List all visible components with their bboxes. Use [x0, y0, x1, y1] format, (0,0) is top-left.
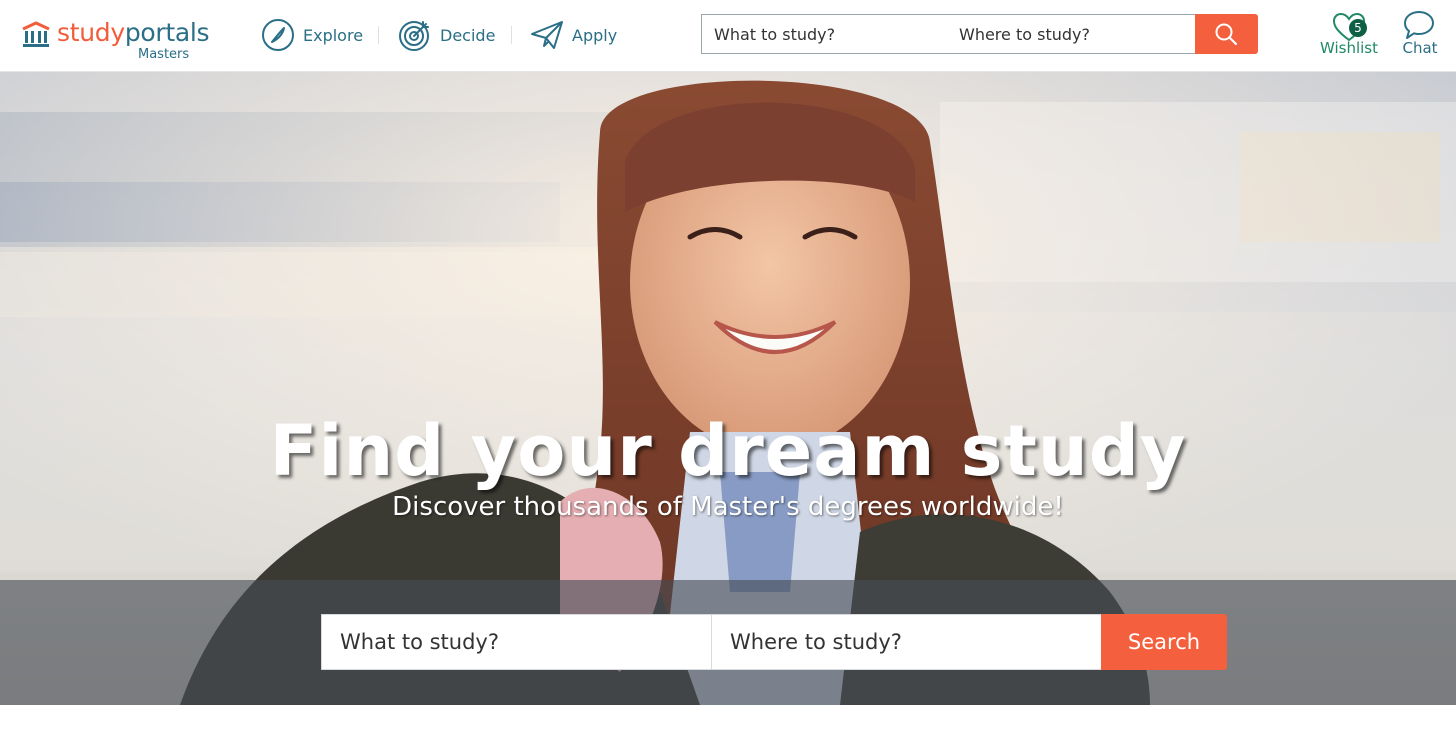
chat-label: Chat [1402, 39, 1438, 57]
paper-plane-icon [531, 21, 563, 49]
top-navigation-bar: studyportals Masters Explore Decide Appl… [0, 0, 1456, 72]
nav-explore-label: Explore [303, 26, 364, 45]
logo-word-study: study [57, 18, 125, 47]
wishlist-label: Wishlist [1319, 39, 1379, 57]
nav-divider [511, 26, 512, 44]
hero-section: Find your dream study Discover thousands… [0, 72, 1456, 705]
hero-search-button[interactable]: Search [1101, 614, 1227, 670]
header-search-bar [701, 14, 1258, 54]
header-what-to-study-input[interactable] [701, 14, 948, 54]
nav-apply-label: Apply [572, 26, 618, 45]
search-icon [1215, 23, 1237, 45]
hero-subtitle: Discover thousands of Master's degrees w… [392, 492, 1064, 522]
nav-decide-label: Decide [440, 26, 496, 45]
nav-divider [378, 26, 379, 44]
building-logo-icon [22, 21, 50, 47]
target-icon [399, 21, 429, 51]
nav-apply[interactable]: Apply [530, 18, 630, 54]
header-where-to-study-input[interactable] [947, 14, 1196, 54]
studyportals-logo[interactable]: studyportals Masters [22, 16, 222, 64]
logo-subtitle: Masters [138, 47, 190, 62]
nav-explore[interactable]: Explore [261, 18, 371, 54]
hero-title: Find your dream study [269, 410, 1187, 492]
nav-decide[interactable]: Decide [398, 18, 498, 54]
hero-what-to-study-input[interactable] [321, 614, 712, 670]
logo-word-portals: portals [124, 18, 210, 47]
wishlist-button[interactable]: 5 Wishlist [1318, 10, 1380, 62]
wishlist-count-badge: 5 [1349, 19, 1367, 37]
chat-button[interactable]: Chat [1398, 10, 1442, 62]
chat-bubble-icon [1404, 11, 1434, 39]
hero-search-band: Search [0, 580, 1456, 705]
hero-where-to-study-input[interactable] [711, 614, 1102, 670]
page-content-below-hero [0, 705, 1456, 735]
compass-icon [262, 19, 294, 51]
header-search-button[interactable] [1195, 14, 1258, 54]
logo-wordmark: studyportals [57, 18, 210, 47]
